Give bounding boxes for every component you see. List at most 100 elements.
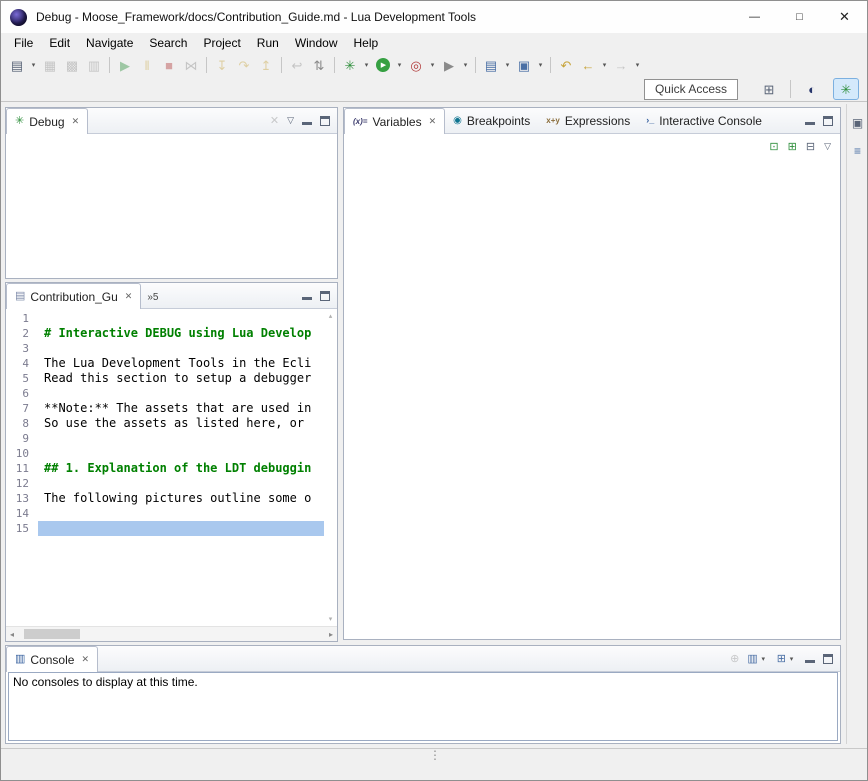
perspective-debug-button[interactable]: ✳ (833, 78, 859, 100)
show-outline-button[interactable]: ≡ (849, 142, 867, 160)
close-window-button[interactable]: ✕ (822, 1, 867, 33)
perspective-ldt-button[interactable]: ◐ (799, 78, 825, 100)
line-text[interactable]: The Lua Development Tools in the Ecli (38, 356, 324, 371)
scroll-down-icon[interactable]: ▾ (329, 615, 333, 623)
line-text[interactable]: **Note:** The assets that are used in (38, 401, 324, 416)
toolbar-dropdown-arrow[interactable]: ▾ (535, 54, 546, 76)
terminate-button[interactable]: ■ (158, 54, 180, 76)
minimize-view-button[interactable] (805, 654, 815, 663)
menu-item[interactable]: File (6, 34, 41, 52)
line-text[interactable] (38, 506, 324, 521)
close-tab-icon[interactable]: ✕ (429, 116, 437, 127)
toolbar-dropdown-arrow[interactable]: ▾ (394, 54, 405, 76)
maximize-view-button[interactable] (320, 116, 330, 126)
last-edit-location-button[interactable]: ↶ (555, 54, 577, 76)
line-text[interactable] (38, 446, 324, 461)
minimize-view-button[interactable] (302, 291, 312, 300)
menu-item[interactable]: Project (195, 34, 248, 52)
coverage-button[interactable]: ◎ (405, 54, 427, 76)
toolbar-dropdown-arrow[interactable]: ▾ (632, 54, 643, 76)
toolbar-dropdown-arrow[interactable]: ▾ (758, 648, 769, 670)
menu-item[interactable]: Search (141, 34, 195, 52)
view-menu-button[interactable]: ▽ (824, 141, 831, 152)
menu-item[interactable]: Navigate (78, 34, 141, 52)
close-tab-icon[interactable]: ✕ (72, 116, 80, 127)
line-text[interactable] (38, 476, 324, 491)
new-lua-file-button[interactable]: ▤ (480, 54, 502, 76)
toolbar-dropdown-arrow[interactable]: ▾ (460, 54, 471, 76)
remove-all-terminated-button[interactable]: ✕ (270, 114, 279, 127)
save-all-button[interactable]: ▩ (61, 54, 83, 76)
tab-expressions[interactable]: x+y Expressions ✕ (538, 108, 638, 133)
restore-views-button[interactable]: ▣ (849, 114, 867, 132)
line-text[interactable] (38, 311, 324, 326)
scroll-left-icon[interactable]: ◂ (10, 630, 14, 639)
quick-access-button[interactable]: Quick Access (644, 79, 738, 100)
hidden-tabs-chevron[interactable]: »5 (141, 286, 164, 308)
line-text[interactable] (38, 431, 324, 446)
menu-item[interactable]: Run (249, 34, 287, 52)
menu-item[interactable]: Help (346, 34, 387, 52)
debug-button[interactable]: ✳ (339, 54, 361, 76)
maximize-view-button[interactable] (823, 116, 833, 126)
external-tools-button[interactable]: ▶ (438, 54, 460, 76)
tab-breakpoints[interactable]: ◉ Breakpoints ✕ (445, 108, 538, 133)
menu-item[interactable]: Edit (41, 34, 78, 52)
close-tab-icon[interactable]: ✕ (125, 291, 133, 302)
print-button[interactable]: ▥ (83, 54, 105, 76)
scrollbar-thumb[interactable] (24, 629, 80, 639)
minimize-window-button[interactable]: — (732, 1, 777, 33)
collapse-all-button[interactable]: ⊟ (806, 140, 815, 153)
step-into-button[interactable]: ↧ (211, 54, 233, 76)
drop-to-frame-button[interactable]: ↩ (286, 54, 308, 76)
tab-variables[interactable]: (x)= Variables ✕ (344, 108, 445, 134)
scroll-up-icon[interactable]: ▴ (329, 312, 333, 320)
line-text[interactable] (38, 386, 324, 401)
pin-console-button[interactable]: ⊕ (730, 652, 739, 665)
show-logical-structures-button[interactable]: ⊞ (788, 140, 797, 153)
line-text[interactable]: ## 1. Explanation of the LDT debuggin (38, 461, 324, 476)
line-text[interactable]: # Interactive DEBUG using Lua Develop (38, 326, 324, 341)
back-button[interactable]: ← (577, 54, 599, 76)
run-button[interactable]: ▶ (372, 54, 394, 76)
toolbar-dropdown-arrow[interactable]: ▾ (427, 54, 438, 76)
view-menu-button[interactable]: ▽ (287, 115, 294, 126)
line-text[interactable]: Read this section to setup a debugger (38, 371, 324, 386)
editor-horizontal-scrollbar[interactable]: ◂ ▸ (6, 626, 337, 641)
close-tab-icon[interactable]: ✕ (81, 654, 89, 665)
new-wizard-button[interactable]: ▤ (6, 54, 28, 76)
display-selected-console-button[interactable]: ▥ (747, 652, 757, 665)
disconnect-button[interactable]: ⋈ (180, 54, 202, 76)
open-console-button[interactable]: ⊞ (777, 652, 786, 665)
minimize-view-button[interactable] (302, 116, 312, 125)
toolbar-dropdown-arrow[interactable]: ▾ (28, 54, 39, 76)
scroll-right-icon[interactable]: ▸ (329, 630, 333, 639)
save-button[interactable]: ▦ (39, 54, 61, 76)
sash-grip[interactable]: ⋮ (429, 749, 441, 761)
use-step-filters-button[interactable]: ⇅ (308, 54, 330, 76)
toolbar-dropdown-arrow[interactable]: ▾ (786, 648, 797, 670)
tab-console[interactable]: ▥ Console ✕ (6, 646, 98, 672)
show-type-names-button[interactable]: ⊡ (769, 140, 778, 153)
maximize-view-button[interactable] (320, 291, 330, 301)
maximize-view-button[interactable] (823, 654, 833, 664)
open-perspective-button[interactable]: ⊞ (756, 78, 782, 100)
tab-interactive-console[interactable]: ›_ Interactive Console ✕ (638, 108, 770, 133)
toolbar-dropdown-arrow[interactable]: ▾ (599, 54, 610, 76)
forward-button[interactable]: → (610, 54, 632, 76)
editor-vertical-scrollbar[interactable]: ▴ ▾ (324, 309, 337, 626)
step-return-button[interactable]: ↥ (255, 54, 277, 76)
toolbar-dropdown-arrow[interactable]: ▾ (361, 54, 372, 76)
step-over-button[interactable]: ↷ (233, 54, 255, 76)
menu-item[interactable]: Window (287, 34, 346, 52)
line-text[interactable] (38, 341, 324, 356)
tab-debug[interactable]: ✳ Debug ✕ (6, 108, 88, 134)
line-text[interactable] (38, 521, 324, 536)
line-text[interactable]: So use the assets as listed here, or (38, 416, 324, 431)
maximize-window-button[interactable]: □ (777, 1, 822, 33)
line-text[interactable]: The following pictures outline some o (38, 491, 324, 506)
minimize-view-button[interactable] (805, 116, 815, 125)
resume-button[interactable]: ▶ (114, 54, 136, 76)
suspend-button[interactable]: ‖ (136, 54, 158, 76)
tab-contribution-guide[interactable]: ▤ Contribution_Gu ✕ (6, 283, 141, 309)
